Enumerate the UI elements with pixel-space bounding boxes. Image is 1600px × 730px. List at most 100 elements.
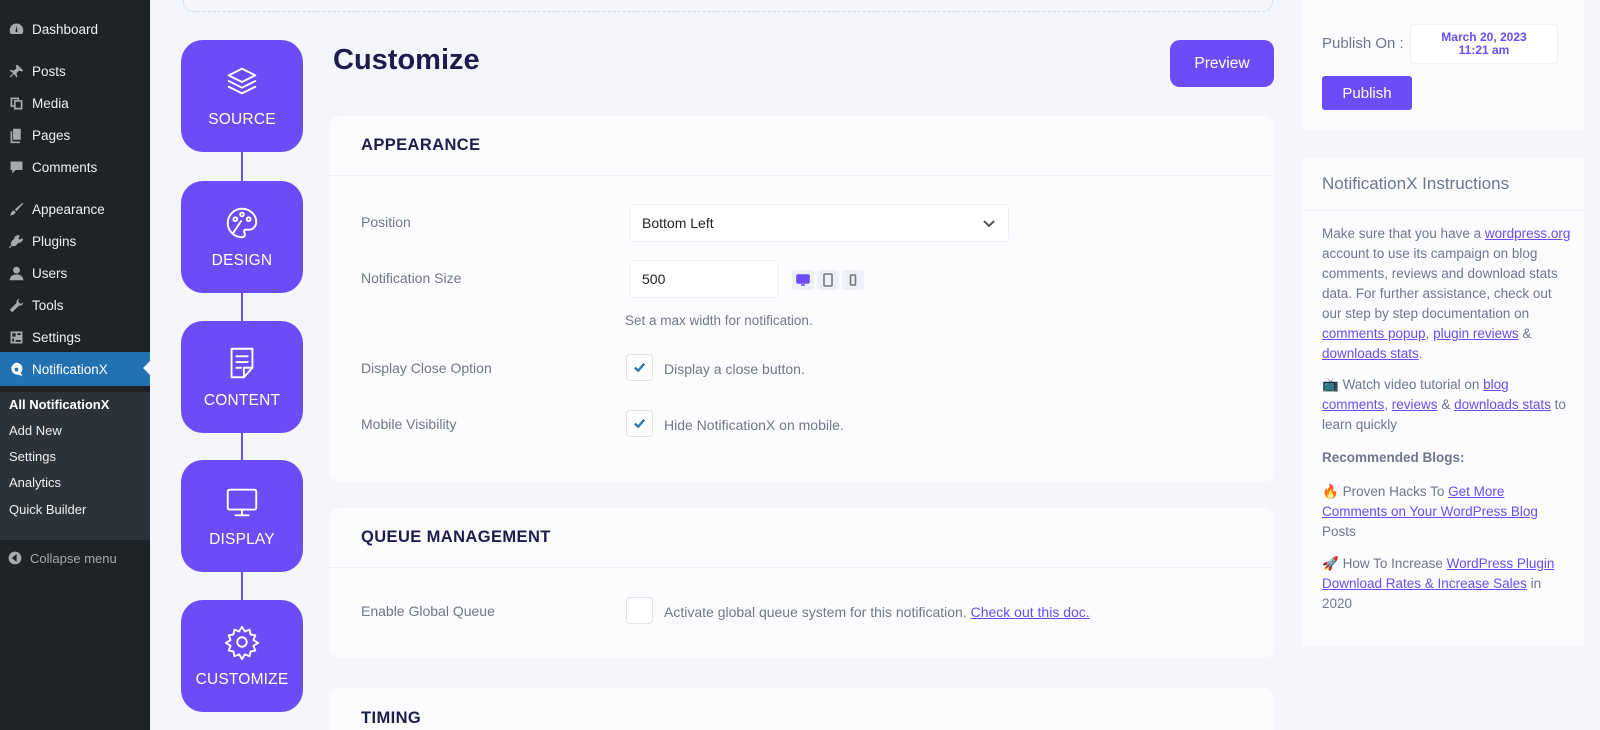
sidebar-item-label: Users: [32, 265, 68, 281]
tablet-size-toggle[interactable]: [817, 270, 839, 290]
desktop-size-toggle[interactable]: [792, 270, 814, 290]
sidebar-item-media[interactable]: Media: [0, 87, 150, 119]
position-select[interactable]: Bottom Left: [629, 204, 1009, 242]
comment-icon: [0, 159, 32, 176]
mobile-visibility-checkbox[interactable]: [626, 410, 653, 437]
text: &: [1518, 326, 1532, 341]
mobile-icon: [849, 274, 857, 286]
queue-management-panel: QUEUE MANAGEMENT Enable Global Queue Act…: [329, 508, 1274, 658]
downloads-stats-link[interactable]: downloads stats: [1322, 346, 1419, 361]
step-label: CONTENT: [203, 392, 281, 409]
mobile-size-toggle[interactable]: [842, 270, 864, 290]
appearance-heading: APPEARANCE: [329, 116, 1274, 176]
step-label: DESIGN: [211, 252, 273, 269]
check-out-doc-link[interactable]: Check out this doc.: [971, 604, 1090, 620]
gear-icon: [224, 625, 260, 661]
notification-size-input[interactable]: 500: [629, 260, 779, 298]
text: Posts: [1322, 524, 1356, 539]
collapse-arrow-icon: [0, 550, 30, 566]
mobile-visibility-label: Mobile Visibility: [361, 416, 457, 432]
settings-icon: [0, 329, 32, 346]
media-icon: [0, 95, 32, 112]
sidebar-item-settings[interactable]: Settings: [0, 321, 150, 353]
appearance-panel: APPEARANCE Position Bottom Left Notifica…: [329, 116, 1274, 482]
submenu-all-notificationx[interactable]: All NotificationX: [9, 397, 109, 412]
notificationx-submenu: All NotificationX Add New Settings Analy…: [0, 392, 150, 540]
preview-button[interactable]: Preview: [1170, 40, 1274, 87]
close-option-checkbox[interactable]: [626, 354, 653, 381]
sidebar-item-users[interactable]: Users: [0, 257, 150, 289]
submenu-add-new[interactable]: Add New: [9, 423, 62, 438]
sidebar-item-label: Settings: [32, 329, 81, 345]
sidebar-item-label: Appearance: [32, 201, 105, 217]
dashboard-icon: [0, 21, 32, 38]
palette-icon: [226, 207, 258, 239]
timing-heading: TIMING: [361, 708, 422, 727]
plugin-reviews-link[interactable]: plugin reviews: [1433, 326, 1519, 341]
sidebar-item-label: Plugins: [32, 233, 77, 249]
publish-button[interactable]: Publish: [1322, 76, 1412, 110]
sidebar-item-dashboard[interactable]: Dashboard: [0, 13, 150, 45]
collapse-menu-button[interactable]: Collapse menu: [0, 546, 150, 570]
publish-on-label: Publish On :: [1322, 35, 1404, 52]
downloads-stats-video-link[interactable]: downloads stats: [1454, 397, 1551, 412]
step-design[interactable]: DESIGN: [181, 181, 303, 293]
wrench-icon: [0, 297, 32, 314]
checkmark-icon: [634, 363, 646, 373]
text: &: [1437, 397, 1455, 412]
text: Watch video tutorial on: [1338, 377, 1484, 392]
step-display[interactable]: DISPLAY: [181, 460, 303, 572]
document-icon: [230, 347, 254, 379]
timing-panel: TIMING: [329, 688, 1274, 730]
step-label: SOURCE: [208, 111, 276, 128]
sidebar-item-pages[interactable]: Pages: [0, 119, 150, 151]
global-queue-text: Activate global queue system for this no…: [664, 604, 1090, 620]
step-content[interactable]: CONTENT: [181, 321, 303, 433]
sidebar-item-notificationx[interactable]: NotificationX: [0, 352, 150, 386]
instructions-paragraph-1: Make sure that you have a wordpress.org …: [1322, 224, 1572, 364]
tablet-icon: [823, 273, 833, 287]
checkmark-icon: [634, 419, 646, 429]
close-option-label: Display Close Option: [361, 360, 492, 376]
dashed-frame-edge: [183, 0, 1273, 12]
sidebar-item-label: NotificationX: [32, 361, 108, 377]
close-option-text: Display a close button.: [664, 361, 805, 377]
admin-sidebar: Dashboard Posts Media Pages Comments App…: [0, 0, 150, 730]
sidebar-item-label: Dashboard: [32, 21, 99, 37]
step-customize[interactable]: CUSTOMIZE: [181, 600, 303, 712]
submenu-settings[interactable]: Settings: [9, 449, 56, 464]
global-queue-description: Activate global queue system for this no…: [664, 604, 967, 620]
notification-size-label: Notification Size: [361, 270, 462, 286]
pages-icon: [0, 127, 32, 144]
step-label: DISPLAY: [209, 531, 275, 548]
sidebar-item-label: Tools: [32, 297, 64, 313]
recommended-blog-2: 🚀 How To Increase WordPress Plugin Downl…: [1322, 554, 1572, 614]
sidebar-item-plugins[interactable]: Plugins: [0, 225, 150, 257]
comments-popup-link[interactable]: comments popup: [1322, 326, 1426, 341]
divider: [1302, 210, 1584, 211]
page-title: Customize: [333, 44, 480, 76]
submenu-quick-builder[interactable]: Quick Builder: [9, 502, 86, 517]
wordpress-org-link[interactable]: wordpress.org: [1485, 226, 1571, 241]
text: ,: [1384, 397, 1392, 412]
submenu-analytics[interactable]: Analytics: [9, 475, 61, 490]
pushpin-icon: [0, 63, 32, 80]
text: ,: [1425, 326, 1434, 341]
publish-datetime-field[interactable]: March 20, 2023 11:21 am: [1410, 24, 1558, 64]
sidebar-item-tools[interactable]: Tools: [0, 289, 150, 321]
monitor-icon: [226, 488, 258, 517]
sidebar-item-label: Media: [32, 95, 69, 111]
step-source[interactable]: SOURCE: [181, 40, 303, 152]
paintbrush-icon: [0, 201, 32, 218]
recommended-blogs-heading: Recommended Blogs:: [1322, 448, 1572, 468]
position-label: Position: [361, 214, 411, 230]
sidebar-item-posts[interactable]: Posts: [0, 55, 150, 87]
sidebar-item-label: Pages: [32, 127, 71, 143]
sidebar-item-appearance[interactable]: Appearance: [0, 193, 150, 225]
chevron-down-icon: [983, 220, 995, 228]
text: Proven Hacks To: [1338, 484, 1449, 499]
step-label: CUSTOMIZE: [195, 671, 289, 688]
global-queue-checkbox[interactable]: [626, 597, 653, 624]
sidebar-item-comments[interactable]: Comments: [0, 151, 150, 183]
reviews-link[interactable]: reviews: [1392, 397, 1438, 412]
